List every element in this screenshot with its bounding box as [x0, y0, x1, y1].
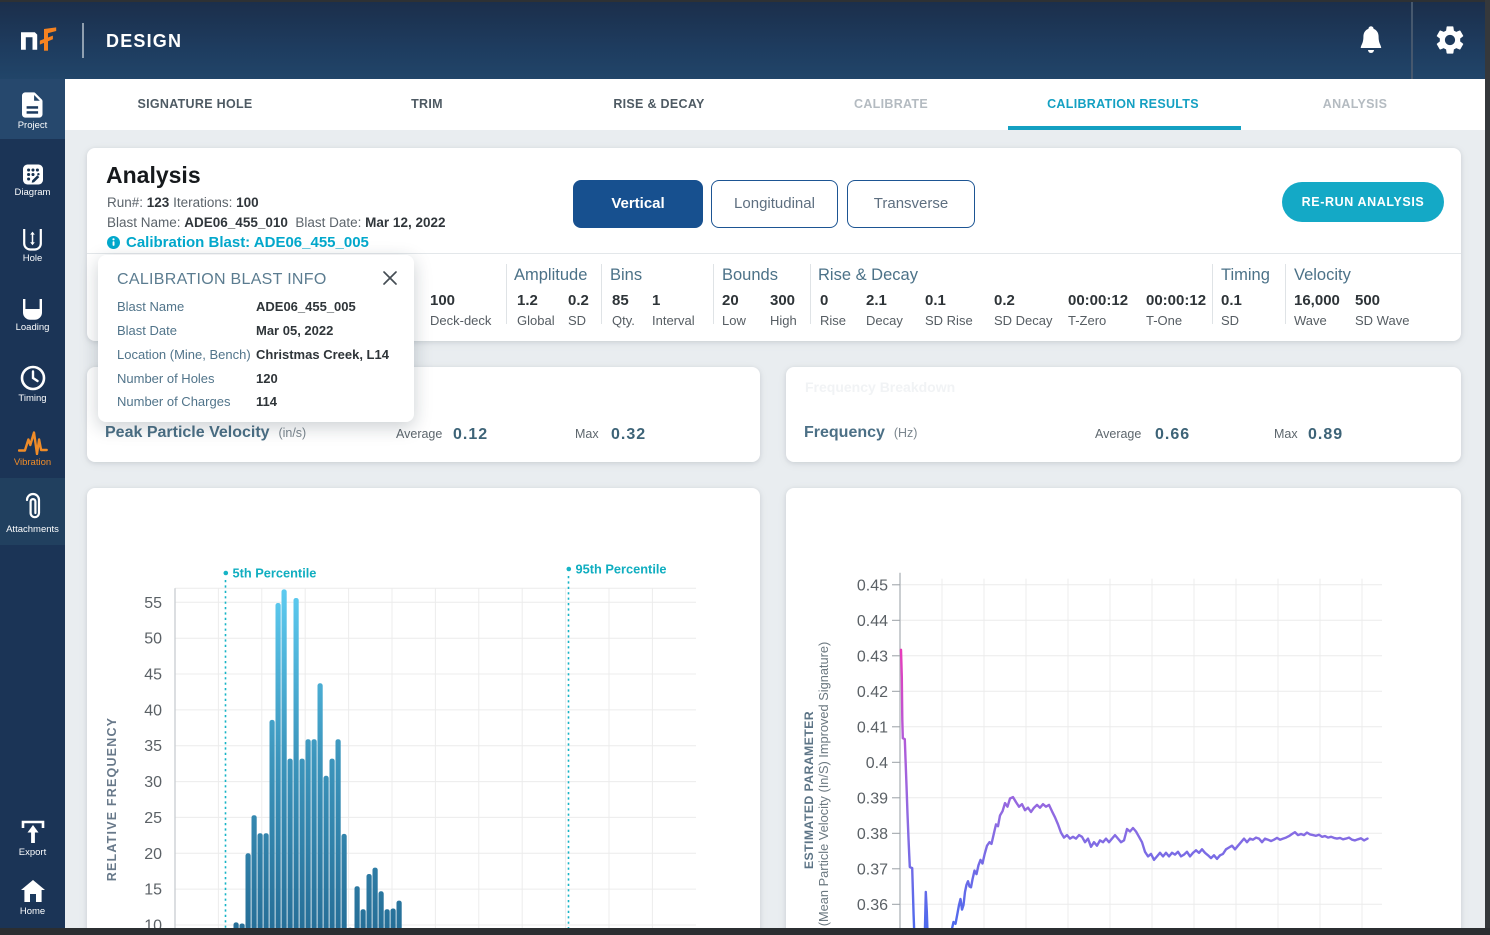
svg-text:45: 45 — [144, 667, 162, 684]
svg-text:50: 50 — [144, 631, 162, 648]
svg-text:30: 30 — [144, 774, 162, 791]
svg-text:ESTIMATED PARAMETER: ESTIMATED PARAMETER — [802, 711, 816, 869]
svg-text:20: 20 — [144, 846, 162, 863]
svg-text:0.43: 0.43 — [857, 648, 888, 665]
svg-text:0.37: 0.37 — [857, 861, 888, 878]
svg-text:95th Percentile: 95th Percentile — [576, 562, 667, 577]
svg-text:35: 35 — [144, 738, 162, 755]
svg-text:RELATIVE FREQUENCY: RELATIVE FREQUENCY — [105, 717, 119, 881]
svg-text:0.42: 0.42 — [857, 684, 888, 701]
svg-text:5th Percentile: 5th Percentile — [233, 566, 317, 581]
svg-text:55: 55 — [144, 595, 162, 612]
svg-text:0.4: 0.4 — [866, 755, 888, 772]
svg-text:0.39: 0.39 — [857, 790, 888, 807]
svg-text:0.36: 0.36 — [857, 897, 888, 914]
svg-text:40: 40 — [144, 702, 162, 719]
svg-text:(Mean Particle Velocity (In/S): (Mean Particle Velocity (In/S) Improved … — [816, 642, 831, 927]
svg-text:15: 15 — [144, 882, 162, 899]
svg-text:0.45: 0.45 — [857, 577, 888, 594]
svg-text:0.41: 0.41 — [857, 719, 888, 736]
svg-text:25: 25 — [144, 810, 162, 827]
svg-text:0.44: 0.44 — [857, 613, 888, 630]
svg-text:0.38: 0.38 — [857, 826, 888, 843]
